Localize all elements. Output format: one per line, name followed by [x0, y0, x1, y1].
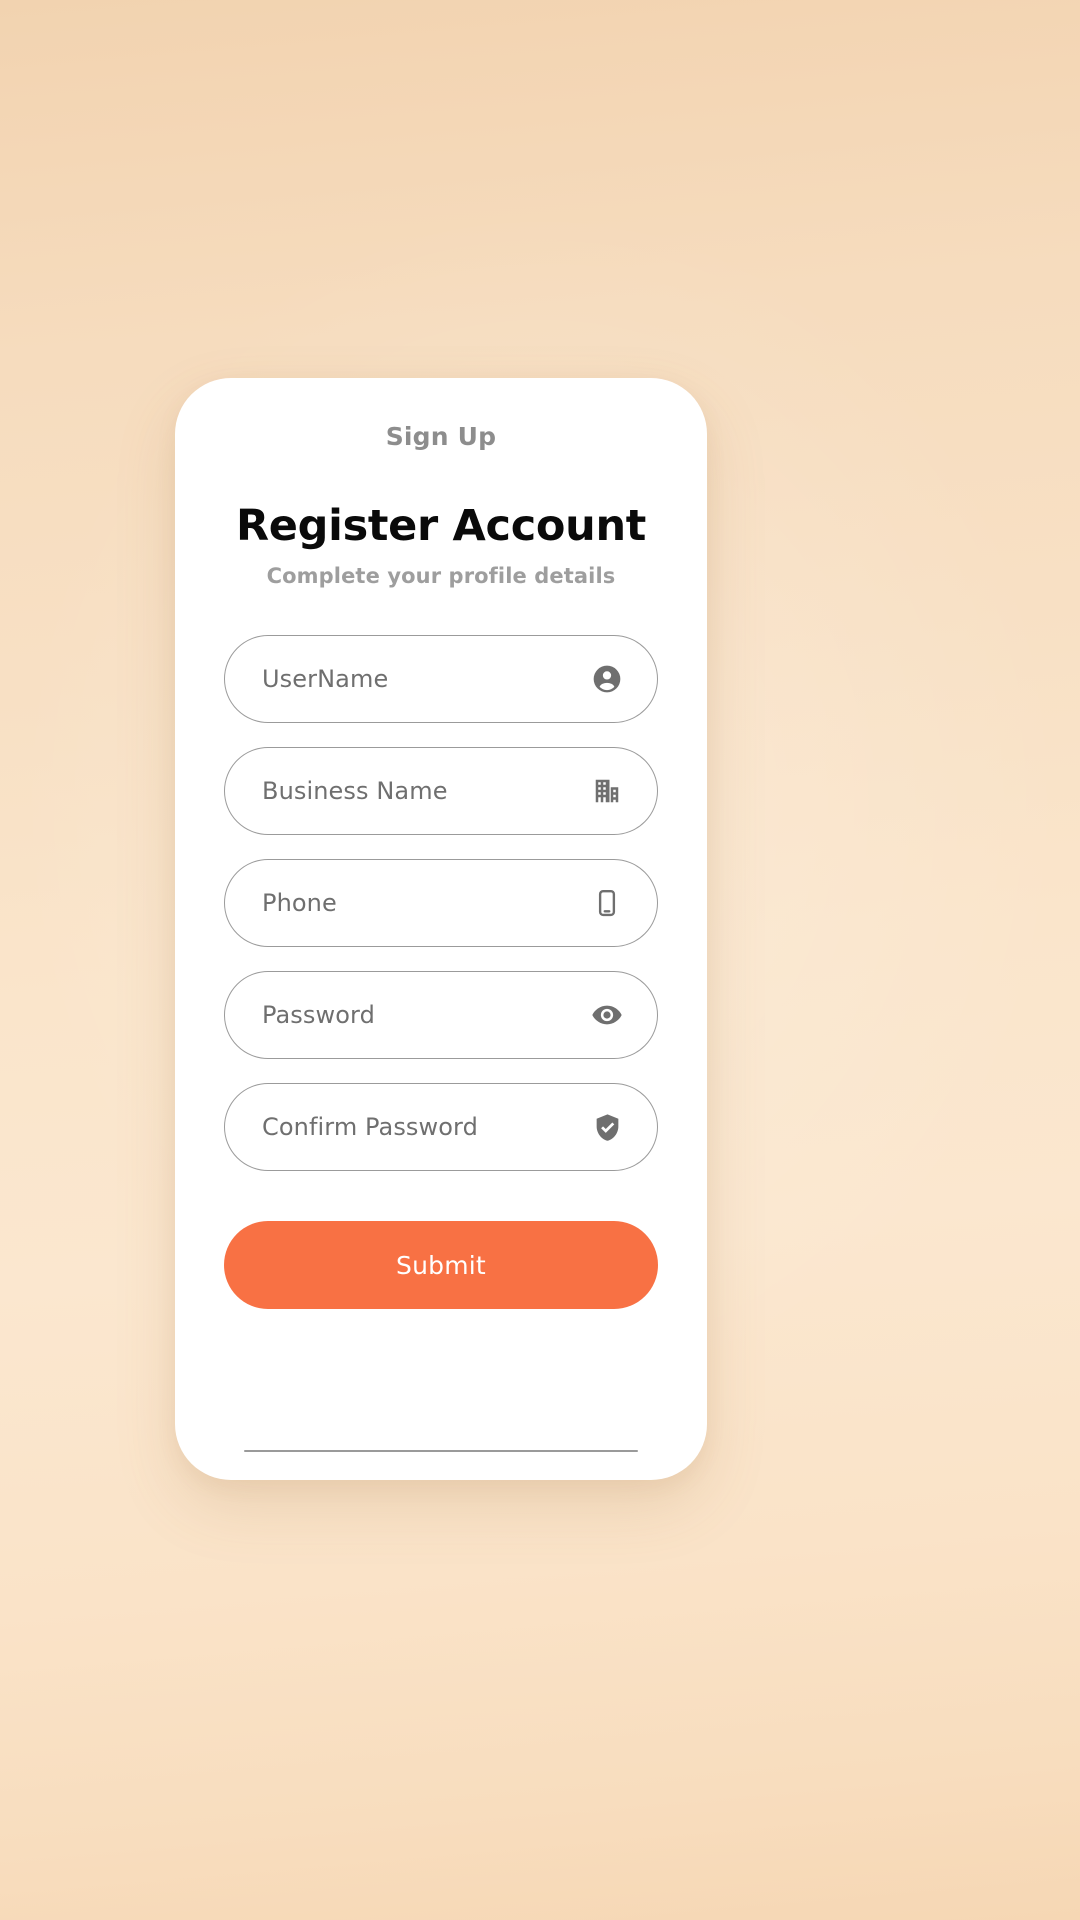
building-icon: [591, 775, 623, 807]
registration-form: UserName Business Name Phone Password Co…: [175, 635, 707, 1171]
username-input[interactable]: UserName: [262, 665, 591, 693]
submit-button[interactable]: Submit: [224, 1221, 658, 1309]
eye-icon[interactable]: [591, 999, 623, 1031]
submit-area: Submit: [175, 1221, 707, 1309]
business-name-input[interactable]: Business Name: [262, 777, 591, 805]
field-password[interactable]: Password: [224, 971, 658, 1059]
field-confirm-password[interactable]: Confirm Password: [224, 1083, 658, 1171]
shield-check-icon: [591, 1111, 623, 1143]
page-subtitle: Complete your profile details: [266, 564, 616, 588]
page-title: Register Account: [235, 501, 647, 551]
signup-card: Sign Up Register Account Complete your p…: [175, 378, 707, 1480]
phone-input[interactable]: Phone: [262, 889, 591, 917]
confirm-password-input[interactable]: Confirm Password: [262, 1113, 591, 1141]
home-indicator: [244, 1450, 638, 1452]
password-input[interactable]: Password: [262, 1001, 591, 1029]
signup-eyebrow: Sign Up: [385, 422, 497, 451]
field-business-name[interactable]: Business Name: [224, 747, 658, 835]
field-phone[interactable]: Phone: [224, 859, 658, 947]
account-circle-icon: [591, 663, 623, 695]
mobile-phone-icon: [591, 887, 623, 919]
field-username[interactable]: UserName: [224, 635, 658, 723]
